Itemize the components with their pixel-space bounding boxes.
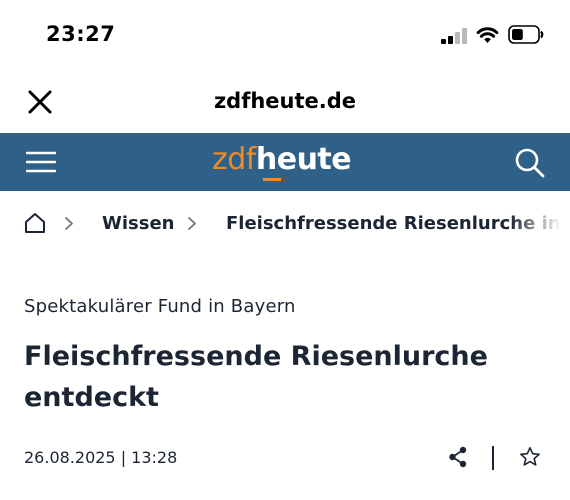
logo-heute: heute [255, 142, 352, 177]
logo-accent-underline [263, 178, 281, 181]
breadcrumb-item-wissen[interactable]: Wissen [102, 213, 174, 234]
logo-zdf: zdf [212, 142, 256, 177]
article-kicker: Spektakulärer Fund in Bayern [24, 296, 296, 317]
article-headline: Fleischfressende Riesenlurche entdeckt [24, 341, 488, 413]
site-header: zdfheute [0, 133, 570, 191]
browser-bar: zdfheute.de [0, 72, 570, 133]
chevron-right-icon [65, 217, 73, 230]
cellular-signal-icon [441, 28, 467, 44]
breadcrumb-item-current: Fleischfressende Riesenlurche in Bayern [226, 213, 570, 234]
breadcrumb: Wissen Fleischfressende Riesenlurche in … [0, 191, 570, 257]
share-icon[interactable] [448, 446, 468, 468]
status-bar: 23:27 [0, 0, 570, 72]
wifi-icon [476, 27, 499, 43]
battery-icon [508, 25, 544, 44]
article-date: 26.08.2025 | 13:28 [24, 448, 178, 467]
browser-domain: zdfheute.de [213, 89, 357, 113]
home-icon[interactable] [24, 212, 46, 234]
star-icon[interactable] [519, 446, 541, 468]
search-icon[interactable] [514, 147, 546, 179]
hamburger-menu-icon[interactable] [26, 150, 56, 174]
zdfheute-logo[interactable]: zdfheute [212, 142, 352, 182]
status-time: 23:27 [46, 22, 116, 46]
chevron-right-icon [188, 217, 196, 230]
action-divider [492, 446, 494, 470]
